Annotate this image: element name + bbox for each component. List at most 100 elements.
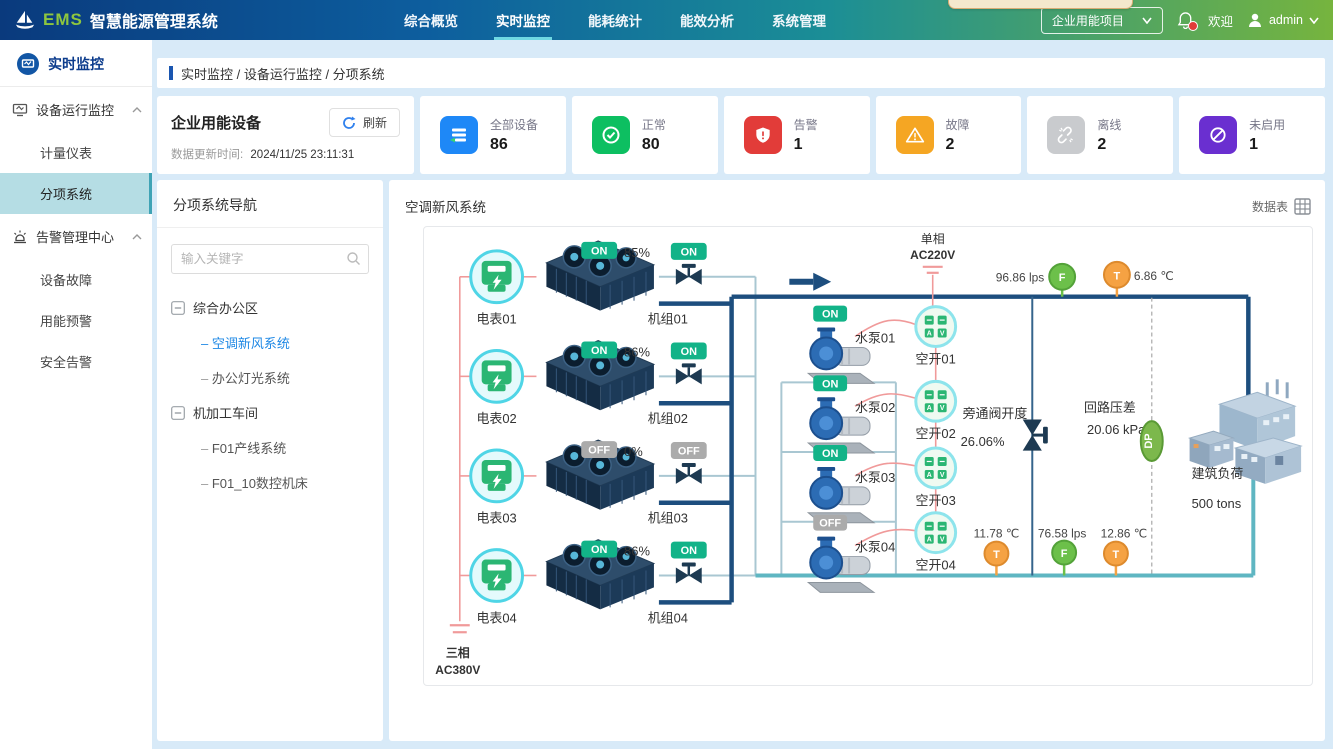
meter-node[interactable]: 电表01 [471,251,523,327]
meter-node[interactable]: 电表03 [471,450,523,526]
tree-node-machining-shop[interactable]: 机加工车间 [171,395,373,430]
pump-row-2[interactable]: ON 水泵02 [808,375,895,453]
svg-text:76.58 lps: 76.58 lps [1038,527,1086,541]
devices-icon [440,116,478,154]
chevron-up-icon [132,107,142,113]
nav-energy-stats[interactable]: 能耗统计 [586,1,644,40]
svg-text:ON: ON [591,345,608,357]
stat-value: 2 [1097,136,1121,154]
tree-node-office-area[interactable]: 综合办公区 [171,290,373,325]
meter-node[interactable]: 电表04 [471,550,523,626]
pump-status-badge: ON [813,445,847,461]
svg-text:12.86 ℃: 12.86 ℃ [1101,527,1148,541]
valve-icon[interactable] [676,264,702,285]
refresh-button[interactable]: 刷新 [329,108,400,137]
stat-label: 告警 [794,116,818,133]
pump-status-badge: ON [813,306,847,322]
chiller-unit[interactable]: 机组04 [546,540,688,626]
svg-text:OFF: OFF [588,445,610,457]
pump-row-3[interactable]: ON 水泵03 [808,445,895,523]
username: admin [1269,13,1303,27]
sidebar-group-alarm-center[interactable]: 告警管理中心 [0,214,152,259]
unit-row-4: 电表04 机组04 ON 86% ON [471,540,707,626]
tree-leaf-f01-line[interactable]: F01产线系统 [171,430,373,465]
nav-realtime[interactable]: 实时监控 [494,1,552,40]
sidebar-item-device-fault[interactable]: 设备故障 [0,259,152,300]
pump-row-1[interactable]: ON 水泵01 [808,306,895,384]
breaker-2[interactable]: 空开02 [916,381,956,441]
welcome-text: 欢迎 [1208,11,1233,30]
supply-flow-sensor[interactable]: 96.86 lps F [996,264,1075,297]
svg-text:ON: ON [591,544,608,556]
return-flow-sensor[interactable]: 76.58 lps F [1038,527,1086,576]
stat-card-all-devices: 全部设备 86 [420,96,566,174]
sidebar: 实时监控 设备运行监控 计量仪表 分项系统 告警管理中心 [0,40,152,749]
bypass-valve[interactable]: 旁通阀开度 26.06% [961,406,1048,450]
valve-status-badge: ON [671,542,707,559]
app-header: EMS 智慧能源管理系统 综合概览 实时监控 能耗统计 能效分析 系统管理 企业… [0,0,1333,40]
tree-leaf-hvac-system[interactable]: 空调新风系统 [171,325,373,360]
collapse-minus-icon [171,406,185,420]
nav-system-mgmt[interactable]: 系统管理 [770,1,828,40]
breaker-1[interactable]: 空开01 [916,307,956,367]
unit-status-badge: ON [581,541,617,558]
nav-efficiency[interactable]: 能效分析 [678,1,736,40]
single-phase-voltage: AC220V [910,248,955,262]
schematic-canvas: A V [423,226,1313,686]
stat-label: 离线 [1097,116,1121,133]
valve-icon[interactable] [676,463,702,484]
building-load[interactable]: 建筑负荷 500 tons [1190,379,1302,510]
svg-text:空开04: 空开04 [916,558,956,573]
svg-text:回路压差: 回路压差 [1084,400,1136,415]
stat-card-alarm: 告警 1 [724,96,870,174]
broken-link-icon [1047,116,1085,154]
sidebar-item-energy-warning[interactable]: 用能预警 [0,300,152,341]
subsystem-nav-panel: 分项系统导航 综合办公区 空 [157,180,383,741]
user-menu[interactable]: admin [1247,12,1319,28]
sidebar-group-device-monitor[interactable]: 设备运行监控 [0,87,152,132]
valve-icon[interactable] [676,363,702,384]
pump-label: 水泵02 [855,400,895,415]
loop-dp-sensor[interactable]: 回路压差 20.06 kPa DP [1084,400,1163,461]
svg-text:机组03: 机组03 [648,511,688,526]
refresh-label: 刷新 [363,114,387,131]
app-title: 智慧能源管理系统 [90,8,218,32]
svg-text:建筑负荷: 建筑负荷 [1192,466,1244,481]
sidebar-item-safety-alarm[interactable]: 安全告警 [0,341,152,382]
search-input[interactable] [171,244,369,274]
svg-text:ON: ON [681,246,698,258]
sidebar-item-subsystems[interactable]: 分项系统 [0,173,152,214]
unit-load-percent: 86% [624,344,650,359]
breaker-4[interactable]: 空开04 [916,513,956,573]
unit-status-badge: ON [581,242,617,259]
notification-bell[interactable] [1177,11,1194,29]
data-table-toggle[interactable]: 数据表 [1252,198,1311,215]
alarm-siren-icon [12,229,28,245]
project-select[interactable]: 企业用能项目 [1041,7,1163,34]
diagram-panel: 空调新风系统 数据表 [389,180,1325,741]
svg-text:ON: ON [591,245,608,257]
check-circle-icon [592,116,630,154]
svg-text:ON: ON [822,309,839,321]
diagram-title: 空调新风系统 [405,196,486,216]
svg-text:T: T [1113,549,1120,561]
pump-label: 水泵03 [855,470,895,485]
avatar-icon [1247,12,1263,28]
chiller-unit[interactable]: 机组02 [546,341,688,427]
supply-temp-sensor[interactable]: 6.86 ℃ T [1104,262,1174,297]
tree-leaf-f01-cnc[interactable]: F01_10数控机床 [171,465,373,500]
valve-icon[interactable] [676,563,702,584]
data-table-label: 数据表 [1252,198,1288,215]
return-temp-sensor-a[interactable]: 11.78 ℃ T [974,527,1020,576]
breaker-3[interactable]: 空开03 [916,448,956,508]
meter-node[interactable]: 电表02 [471,350,523,426]
nav-overview[interactable]: 综合概览 [402,1,460,40]
chiller-unit[interactable]: 机组01 [546,241,688,327]
chiller-unit[interactable]: 机组03 [546,440,688,526]
unit-row-2: 电表02 机组02 ON 86% ON [471,341,707,427]
sidebar-item-metering[interactable]: 计量仪表 [0,132,152,173]
tree-leaf-office-lighting[interactable]: 办公灯光系统 [171,360,373,395]
pump-row-4[interactable]: OFF 水泵04 [808,515,895,593]
return-temp-sensor-b[interactable]: 12.86 ℃ T [1101,527,1148,576]
svg-text:96.86 lps: 96.86 lps [996,271,1044,285]
